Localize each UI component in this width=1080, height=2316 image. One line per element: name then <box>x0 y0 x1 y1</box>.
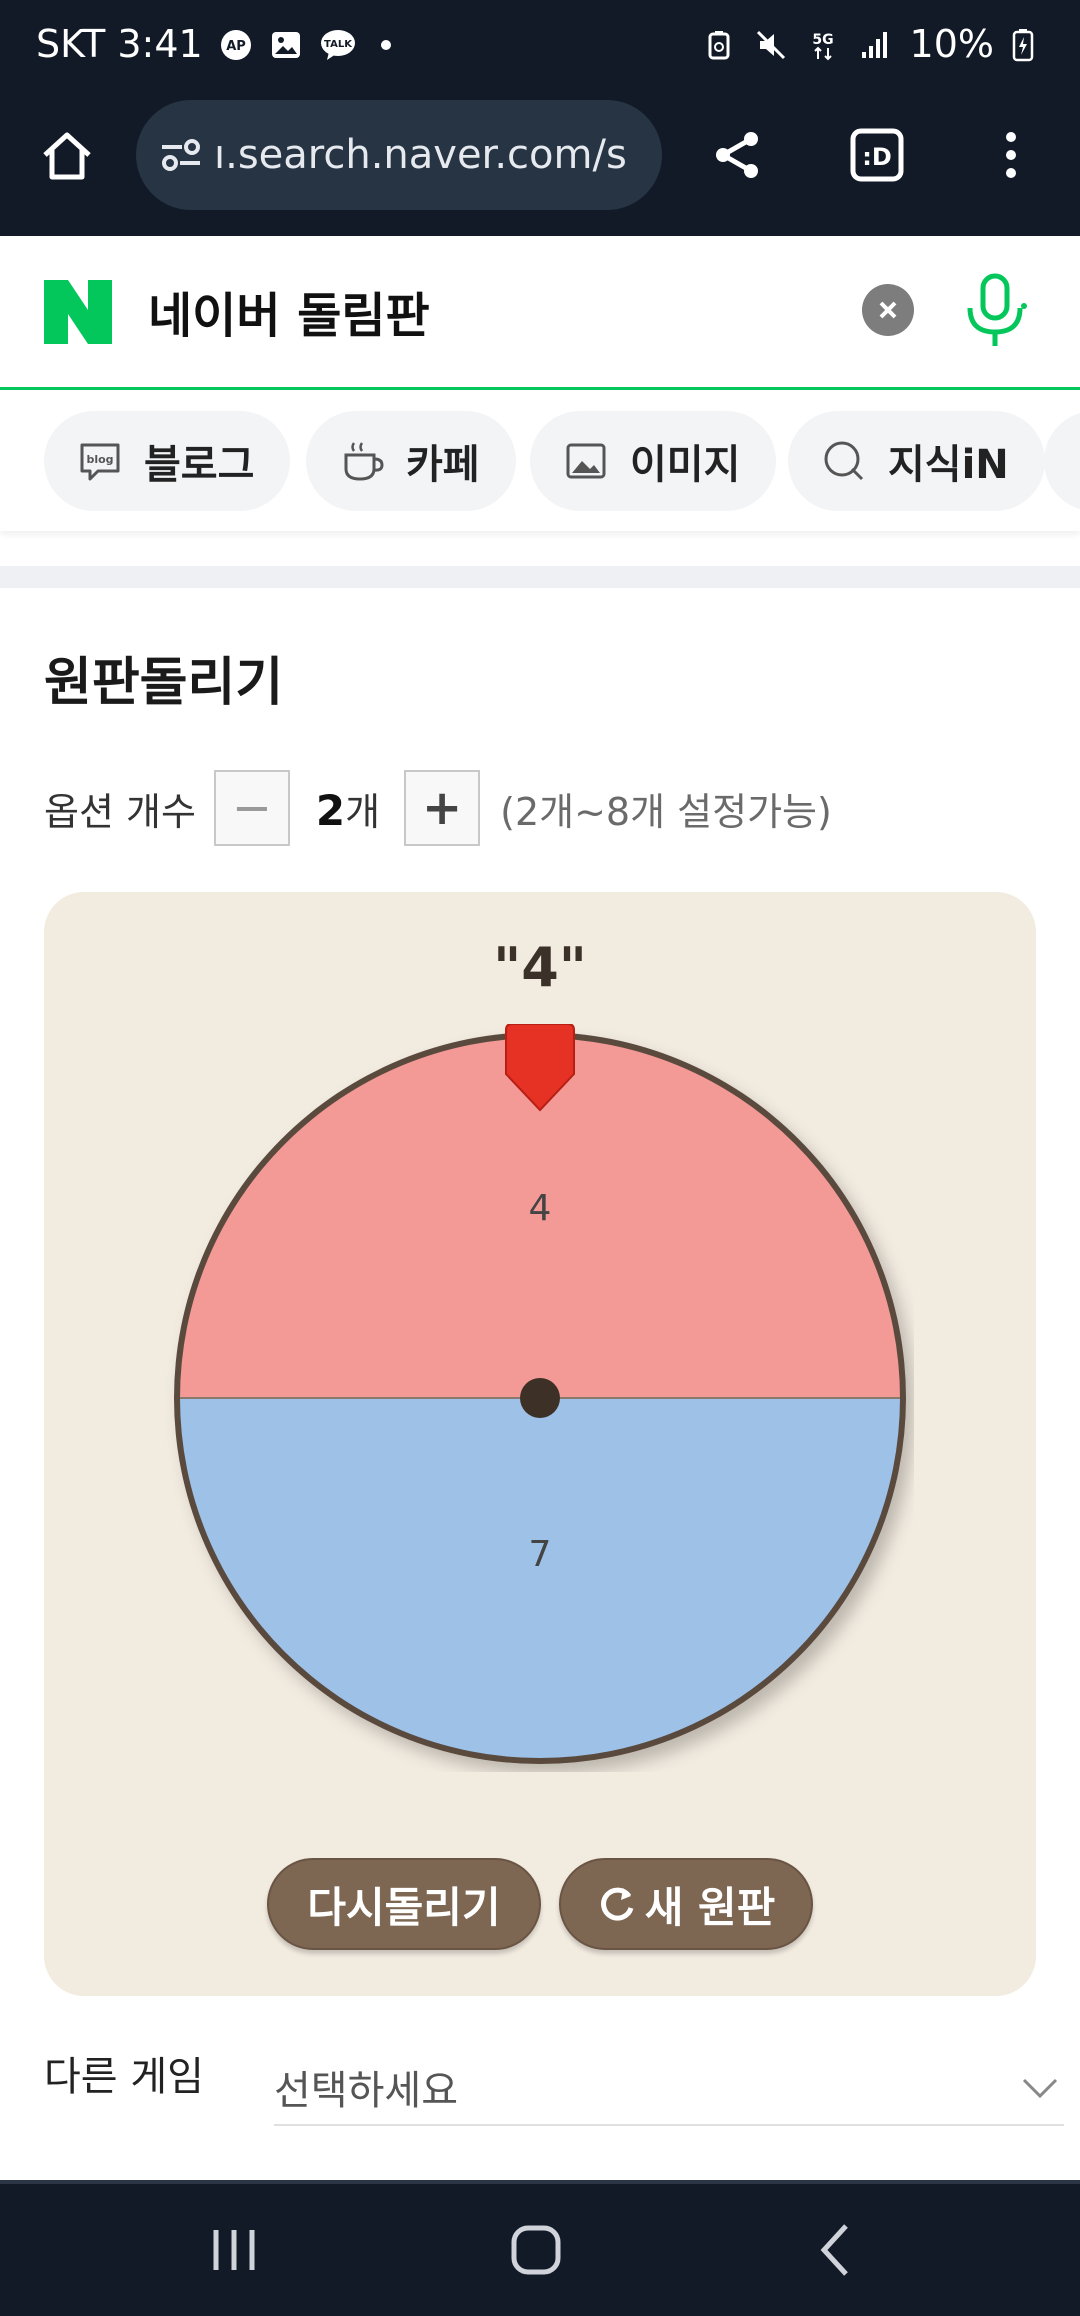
share-button[interactable] <box>692 110 782 200</box>
carrier-time: SKT 3:41 <box>36 22 203 66</box>
wheel-actions: 다시돌리기 새 원판 <box>44 1858 1036 1950</box>
tab-more[interactable] <box>1044 411 1080 511</box>
tab-cafe-label: 카페 <box>406 442 480 488</box>
system-nav-bar <box>0 2180 1080 2316</box>
roulette-wheel[interactable]: 4 7 <box>166 1024 914 1772</box>
widget-title: 원판돌리기 <box>44 653 284 713</box>
clear-search-button[interactable] <box>862 284 914 336</box>
more-vertical-icon <box>1006 132 1016 178</box>
section-divider <box>0 566 1080 588</box>
count-number: 2 <box>315 785 346 835</box>
decrease-button[interactable]: − <box>213 770 290 846</box>
segment-label-2: 7 <box>529 1534 552 1575</box>
tabs-button[interactable]: :D <box>832 110 922 200</box>
cafe-icon <box>344 442 384 481</box>
option-count-value: 2개 <box>316 781 380 836</box>
url-text: ı.search.naver.com/s <box>214 132 627 178</box>
home-nav-icon[interactable] <box>496 2210 576 2290</box>
new-wheel-label: 새 원판 <box>644 1882 776 1932</box>
roulette-card: "4" 4 7 다시돌리기 새 원판 <box>44 892 1036 1996</box>
site-settings-icon[interactable] <box>158 135 204 175</box>
wheel-center-hub <box>520 1378 560 1418</box>
spin-again-button[interactable]: 다시돌리기 <box>267 1858 541 1950</box>
option-count-label: 옵션 개수 <box>44 789 196 834</box>
svg-text:TALK: TALK <box>324 39 353 50</box>
naver-logo-icon[interactable] <box>44 280 112 344</box>
plus-icon: + <box>422 780 463 836</box>
option-count-hint: (2개~8개 설정가능) <box>500 789 832 834</box>
tab-image-label: 이미지 <box>630 442 741 488</box>
svg-text:blog: blog <box>86 453 113 466</box>
nav-divider <box>0 2180 1080 2184</box>
search-header: 네이버 돌림판 <box>0 236 1080 390</box>
other-game-select[interactable]: 선택하세요 <box>274 2050 1064 2126</box>
tab-image[interactable]: 이미지 <box>530 411 777 511</box>
talk-icon: TALK <box>319 27 355 61</box>
increase-button[interactable]: + <box>404 770 481 846</box>
category-tabs: blog 블로그 카페 이미지 지식iN <box>0 393 1080 531</box>
result-text: "4" <box>493 936 587 999</box>
wheel-segment-2 <box>180 1398 900 1758</box>
other-game-label: 다른 게임 <box>44 2054 204 2100</box>
battery-percent: 10% <box>909 22 994 66</box>
close-icon <box>879 301 897 319</box>
option-count-row: 옵션 개수 − 2개 + (2개~8개 설정가능) <box>44 770 832 846</box>
more-menu-button[interactable] <box>966 110 1056 200</box>
tab-blog[interactable]: blog 블로그 <box>44 411 291 511</box>
chevron-down-icon <box>1022 2078 1058 2099</box>
dot-icon <box>369 27 403 61</box>
count-unit: 개 <box>345 789 381 834</box>
tab-kin-label: 지식iN <box>888 442 1009 488</box>
back-icon[interactable] <box>798 2210 878 2290</box>
microphone-icon[interactable] <box>960 272 1030 352</box>
5g-icon: 5G <box>806 27 840 61</box>
other-game-select-value: 선택하세요 <box>274 2068 458 2114</box>
kin-icon <box>824 441 864 481</box>
blog-icon: blog <box>80 443 120 481</box>
url-bar[interactable]: ı.search.naver.com/s <box>136 100 662 210</box>
new-wheel-button[interactable]: 새 원판 <box>559 1858 813 1950</box>
svg-text:AP: AP <box>226 39 246 54</box>
mute-icon <box>754 27 788 61</box>
share-icon <box>716 132 758 178</box>
battery-icon <box>1012 27 1046 62</box>
tab-cafe[interactable]: 카페 <box>306 411 516 511</box>
home-button[interactable] <box>22 110 112 200</box>
tabs-icon: :D <box>850 128 904 182</box>
browser-toolbar: ı.search.naver.com/s :D <box>0 90 1080 236</box>
tab-blog-label: 블로그 <box>144 442 255 488</box>
recent-apps-icon[interactable] <box>194 2210 274 2290</box>
spin-again-label: 다시돌리기 <box>307 1882 501 1932</box>
home-icon <box>43 132 91 180</box>
svg-text:5G: 5G <box>812 32 833 48</box>
signal-icon <box>858 27 892 61</box>
status-bar: SKT 3:41 AP TALK 5G 10% <box>0 0 1080 90</box>
image-icon <box>566 443 606 479</box>
segment-label-1: 4 <box>529 1188 552 1229</box>
minus-icon: − <box>231 780 273 836</box>
tab-kin[interactable]: 지식iN <box>788 411 1045 511</box>
ap-icon: AP <box>219 27 253 61</box>
search-query[interactable]: 네이버 돌림판 <box>148 276 430 346</box>
gallery-icon <box>269 27 303 61</box>
refresh-icon <box>600 1887 634 1921</box>
svg-text::D: :D <box>862 143 892 171</box>
recycle-icon <box>702 27 736 61</box>
other-game-row: 다른 게임 선택하세요 <box>44 2030 1064 2130</box>
